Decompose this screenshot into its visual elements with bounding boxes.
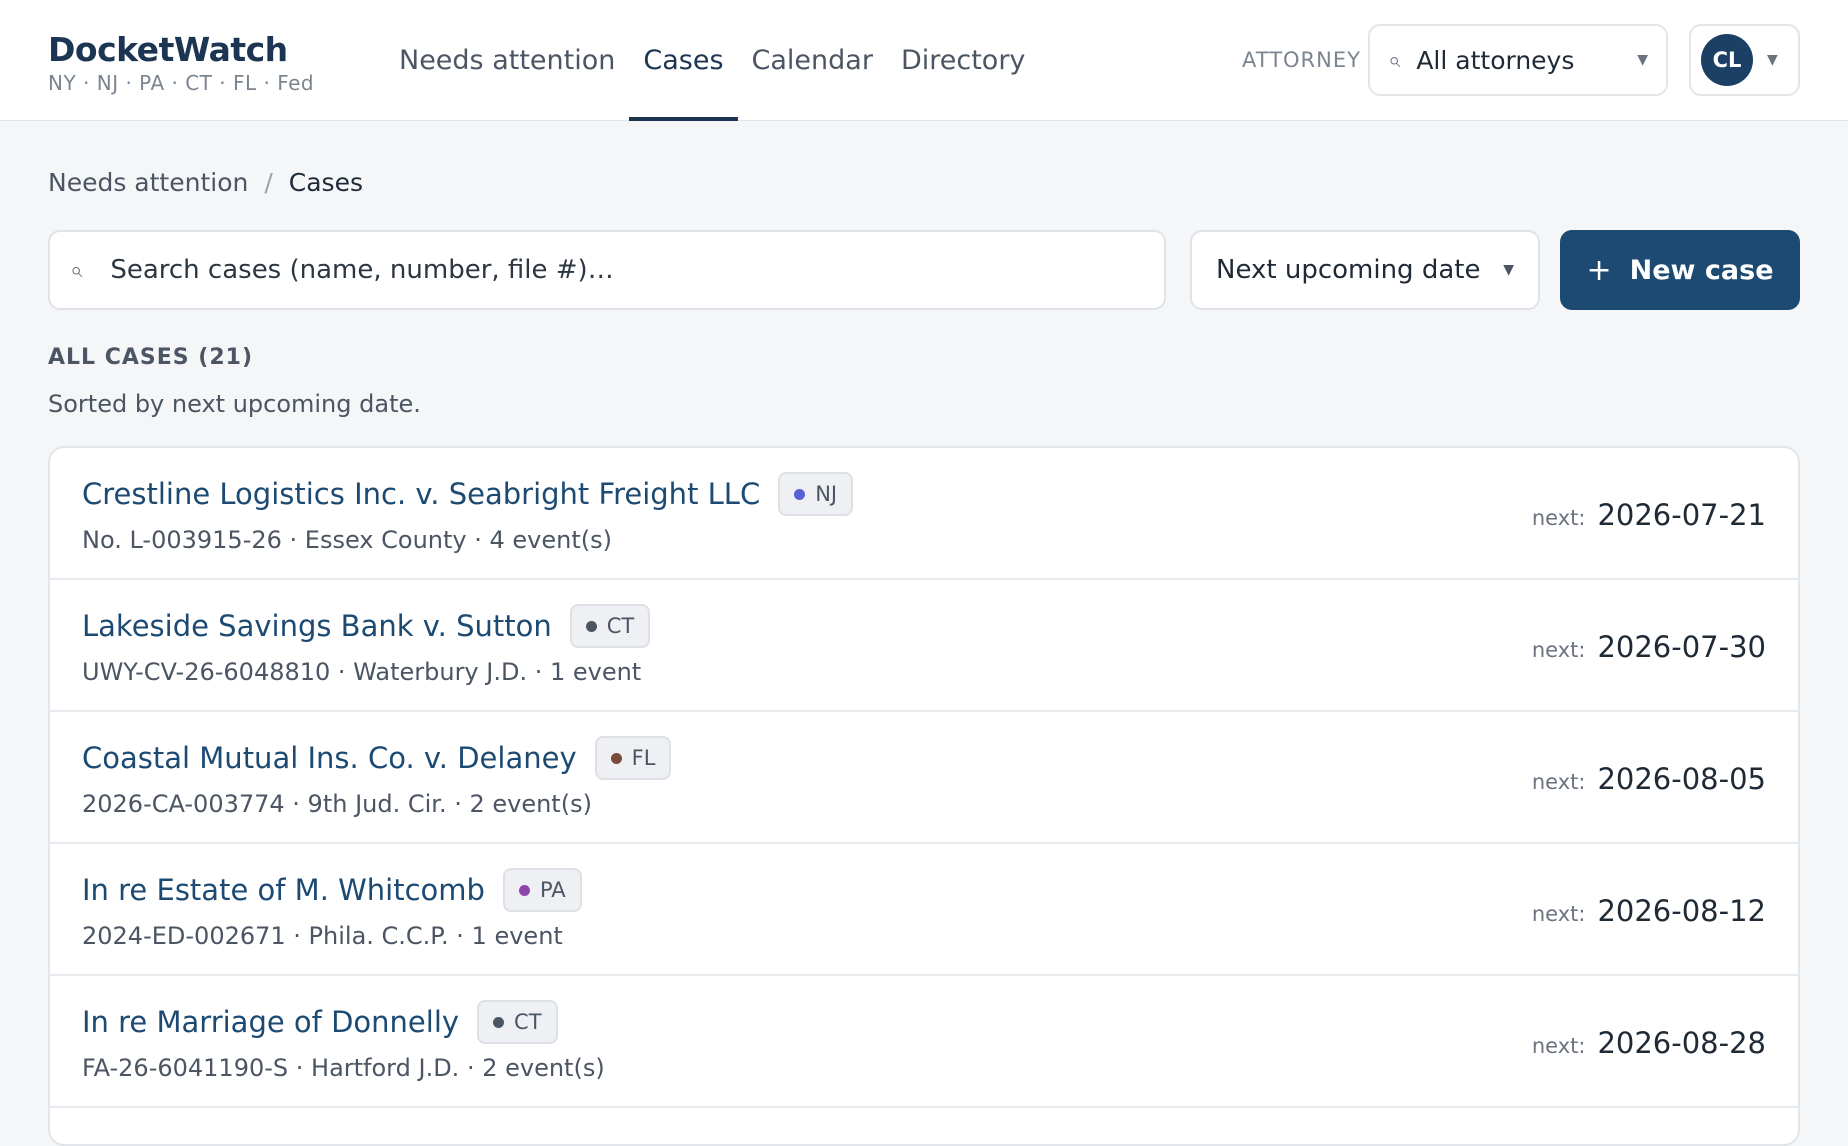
jurisdiction-badge: CT — [569, 604, 651, 648]
case-title-link[interactable]: In re Estate of M. Whitcomb — [82, 873, 485, 907]
nav-cases[interactable]: Cases — [629, 0, 738, 121]
jurisdiction-badge: NJ — [778, 472, 854, 516]
section-title: ALL CASES (21) — [48, 345, 253, 370]
next-date-value: 2026-08-28 — [1597, 1026, 1766, 1060]
jurisdiction-dot-icon — [794, 488, 806, 500]
case-title-line: In re Estate of M. Whitcomb PA — [82, 868, 582, 912]
case-next-date: next: 2026-08-12 — [1532, 894, 1766, 928]
case-meta: FA-26-6041190-S · Hartford J.D. · 2 even… — [82, 1054, 605, 1082]
main-nav: Needs attention Cases Calendar Directory — [385, 0, 1039, 121]
attorney-filter-value: All attorneys — [1416, 45, 1575, 75]
nav-directory[interactable]: Directory — [887, 0, 1039, 120]
case-row[interactable]: Lakeside Savings Bank v. Sutton CT UWY-C… — [50, 580, 1798, 712]
jurisdiction-dot-icon — [585, 620, 597, 632]
jurisdiction-badge: PA — [502, 868, 582, 912]
case-title-line: In re Marriage of Donnelly CT — [82, 1000, 558, 1044]
search-input[interactable]: ⌕ Search cases (name, number, file #)… — [48, 230, 1166, 310]
case-title-link[interactable]: In re Marriage of Donnelly — [82, 1005, 459, 1039]
jurisdiction-dot-icon — [493, 1016, 505, 1028]
breadcrumb-current: Cases — [288, 168, 363, 197]
search-placeholder: Search cases (name, number, file #)… — [110, 255, 614, 285]
section-subtitle: Sorted by next upcoming date. — [48, 390, 421, 418]
case-next-date: next: 2026-08-05 — [1532, 762, 1766, 796]
case-title-line: Crestline Logistics Inc. v. Seabright Fr… — [82, 472, 854, 516]
chevron-down-icon: ▼ — [1767, 52, 1778, 68]
next-label: next: — [1531, 902, 1586, 926]
chevron-down-icon: ▼ — [1503, 262, 1514, 278]
breadcrumb-parent-link[interactable]: Needs attention — [48, 168, 248, 197]
jurisdiction-label: CT — [606, 614, 635, 638]
case-list: Crestline Logistics Inc. v. Seabright Fr… — [48, 446, 1800, 1146]
jurisdiction-dot-icon — [518, 884, 530, 896]
case-meta: 2026-CA-003774 · 9th Jud. Cir. · 2 event… — [82, 790, 592, 818]
sort-select[interactable]: Next upcoming date ▼ — [1190, 230, 1540, 310]
nav-calendar[interactable]: Calendar — [738, 0, 887, 120]
plus-icon: + — [1586, 252, 1612, 288]
app-name: DocketWatch — [48, 30, 288, 69]
top-navigation-bar: DocketWatch NY · NJ · PA · CT · FL · Fed… — [0, 0, 1848, 121]
jurisdiction-badge: FL — [594, 736, 672, 780]
case-title-line: Coastal Mutual Ins. Co. v. Delaney FL — [82, 736, 672, 780]
attorney-filter-select[interactable]: ⌕ All attorneys ▼ — [1368, 24, 1668, 96]
chevron-down-icon: ▼ — [1637, 52, 1648, 68]
case-row[interactable]: Crestline Logistics Inc. v. Seabright Fr… — [50, 448, 1798, 580]
case-next-date: next: 2026-07-30 — [1532, 630, 1766, 664]
next-label: next: — [1531, 506, 1586, 530]
jurisdiction-label: NJ — [815, 482, 838, 506]
brand[interactable]: DocketWatch NY · NJ · PA · CT · FL · Fed — [48, 30, 314, 95]
case-title-link[interactable]: Coastal Mutual Ins. Co. v. Delaney — [82, 741, 577, 775]
jurisdiction-label: PA — [539, 878, 566, 902]
case-next-date: next: 2026-07-21 — [1532, 498, 1766, 532]
new-case-button[interactable]: + New case — [1560, 230, 1800, 310]
breadcrumb-separator: / — [264, 168, 273, 197]
case-title-link[interactable]: Crestline Logistics Inc. v. Seabright Fr… — [82, 477, 760, 511]
next-date-value: 2026-07-21 — [1597, 498, 1766, 532]
breadcrumb: Needs attention / Cases — [48, 168, 363, 197]
search-icon: ⌕ — [70, 257, 83, 283]
jurisdiction-label: CT — [514, 1010, 542, 1034]
sort-value: Next upcoming date — [1216, 255, 1481, 285]
avatar: CL — [1701, 34, 1753, 86]
new-case-label: New case — [1629, 254, 1774, 286]
case-title-link[interactable]: Lakeside Savings Bank v. Sutton — [82, 609, 552, 643]
app-jurisdictions: NY · NJ · PA · CT · FL · Fed — [48, 71, 315, 95]
case-meta: UWY-CV-26-6048810 · Waterbury J.D. · 1 e… — [82, 658, 642, 686]
jurisdiction-dot-icon — [610, 752, 622, 764]
next-label: next: — [1531, 1034, 1586, 1058]
case-next-date: next: 2026-08-28 — [1532, 1026, 1766, 1060]
case-row[interactable]: In re Marriage of Donnelly CT FA-26-6041… — [50, 976, 1798, 1108]
jurisdiction-badge: CT — [477, 1000, 558, 1044]
attorney-filter-label: ATTORNEY — [1242, 48, 1361, 72]
jurisdiction-label: FL — [631, 746, 656, 770]
next-date-value: 2026-08-12 — [1597, 894, 1766, 928]
nav-needs-attention[interactable]: Needs attention — [385, 0, 629, 120]
next-date-value: 2026-07-30 — [1597, 630, 1766, 664]
case-meta: 2024-ED-002671 · Phila. C.C.P. · 1 event — [82, 922, 563, 950]
next-label: next: — [1531, 770, 1586, 794]
case-row[interactable]: In re Estate of M. Whitcomb PA 2024-ED-0… — [50, 844, 1798, 976]
case-meta: No. L-003915-26 · Essex County · 4 event… — [82, 526, 612, 554]
case-row[interactable]: Coastal Mutual Ins. Co. v. Delaney FL 20… — [50, 712, 1798, 844]
case-title-line: Lakeside Savings Bank v. Sutton CT — [82, 604, 651, 648]
user-menu-button[interactable]: CL ▼ — [1689, 24, 1800, 96]
search-icon: ⌕ — [1388, 47, 1401, 73]
next-date-value: 2026-08-05 — [1597, 762, 1766, 796]
next-label: next: — [1531, 638, 1586, 662]
